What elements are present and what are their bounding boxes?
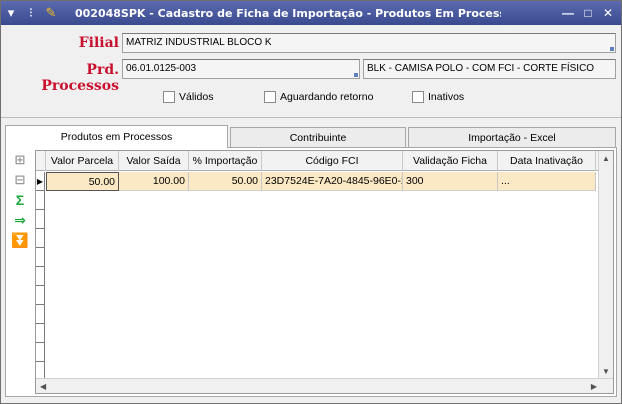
grid-toolbar: ⊞ ⊟ Σ ⇒ ⏬ <box>10 150 32 250</box>
title-bar[interactable]: ▾ ⁝ ✎ 002048SPK - Cadastro de Ficha de I… <box>1 1 621 25</box>
close-button[interactable]: ✕ <box>599 4 617 21</box>
indicator-header <box>36 151 46 171</box>
maximize-button[interactable]: □ <box>579 4 597 21</box>
inativos-label: Inativos <box>428 91 465 103</box>
checkbox-box[interactable] <box>163 91 175 103</box>
column-header[interactable]: Valor Parcela <box>46 151 119 171</box>
scroll-down-icon[interactable]: ▼ <box>602 367 610 376</box>
horizontal-scrollbar[interactable]: ◀ ▶ <box>36 378 613 393</box>
processo-code: 06.01.0125-003 <box>126 63 197 74</box>
add-row-icon[interactable]: ⊞ <box>10 150 30 170</box>
row-indicator <box>36 362 45 379</box>
cell-valor-saida[interactable]: 100.00 <box>119 172 189 191</box>
lookup-corner-icon <box>354 73 358 77</box>
filial-value: MATRIZ INDUSTRIAL BLOCO K <box>126 37 272 48</box>
traffic-light-icon[interactable]: ⁝ <box>21 3 41 23</box>
sum-icon[interactable]: Σ <box>10 190 30 210</box>
validos-checkbox[interactable]: Válidos <box>163 91 213 103</box>
inativos-checkbox[interactable]: Inativos <box>412 91 464 103</box>
checkbox-box[interactable] <box>412 91 424 103</box>
row-indicator <box>36 343 45 362</box>
tab-importacao-excel[interactable]: Importação - Excel <box>408 127 616 147</box>
row-indicator <box>36 191 45 210</box>
aguardando-label: Aguardando retorno <box>280 91 374 103</box>
wrench-icon[interactable]: ✎ <box>41 3 61 23</box>
table-row[interactable]: 50.00 100.00 50.00 23D7524E-7A20-4845-96… <box>46 172 596 191</box>
filter-down-icon[interactable]: ⏬ <box>10 230 30 250</box>
cell-codigo-fci[interactable]: 23D7524E-7A20-4845-96E0-2 <box>262 172 403 191</box>
column-header[interactable]: % Importação <box>189 151 262 171</box>
scroll-up-icon[interactable]: ▲ <box>602 154 610 163</box>
cell-data-inativacao[interactable]: ... <box>498 172 596 191</box>
processo-desc-field: BLK - CAMISA POLO - COM FCI - CORTE FÍSI… <box>363 59 616 79</box>
minimize-button[interactable]: — <box>559 4 577 21</box>
validos-label: Válidos <box>179 91 214 103</box>
processo-desc: BLK - CAMISA POLO - COM FCI - CORTE FÍSI… <box>367 63 595 74</box>
app-menu-icon[interactable]: ▾ <box>1 3 21 23</box>
tab-contribuinte[interactable]: Contribuinte <box>230 127 406 147</box>
row-indicator <box>36 286 45 305</box>
row-indicator <box>36 267 45 286</box>
tab-panel: ⊞ ⊟ Σ ⇒ ⏬ Valor Parcela Valor Saída % Im… <box>5 147 617 397</box>
header-form: Filial MATRIZ INDUSTRIAL BLOCO K Prd. Pr… <box>3 27 619 117</box>
row-indicator <box>36 324 45 343</box>
data-grid[interactable]: Valor Parcela Valor Saída % Importação C… <box>35 150 614 394</box>
checkbox-box[interactable] <box>264 91 276 103</box>
row-indicator <box>36 248 45 267</box>
row-indicator <box>36 229 45 248</box>
cell-valor-parcela[interactable]: 50.00 <box>46 172 119 191</box>
tab-produtos-em-processos[interactable]: Produtos em Processos <box>5 125 228 148</box>
filial-label: Filial <box>78 35 119 51</box>
filial-field[interactable]: MATRIZ INDUSTRIAL BLOCO K <box>122 33 616 53</box>
lookup-corner-icon <box>610 47 614 51</box>
main-window: ▾ ⁝ ✎ 002048SPK - Cadastro de Ficha de I… <box>0 0 622 404</box>
scroll-left-icon[interactable]: ◀ <box>40 382 46 391</box>
export-icon[interactable]: ⇒ <box>10 210 30 230</box>
remove-row-icon[interactable]: ⊟ <box>10 170 30 190</box>
grid-header: Valor Parcela Valor Saída % Importação C… <box>36 151 613 171</box>
cell-validacao-ficha[interactable]: 300 <box>403 172 498 191</box>
column-header[interactable]: Validação Ficha <box>403 151 498 171</box>
tab-bar: Produtos em Processos Contribuinte Impor… <box>5 125 617 148</box>
row-indicator <box>36 210 45 229</box>
divider <box>1 117 621 118</box>
column-header[interactable]: Data Inativação <box>498 151 596 171</box>
cell-importacao[interactable]: 50.00 <box>189 172 262 191</box>
scroll-right-icon[interactable]: ▶ <box>591 382 597 391</box>
aguardando-checkbox[interactable]: Aguardando retorno <box>264 91 373 103</box>
column-header[interactable]: Código FCI <box>262 151 403 171</box>
row-indicator <box>36 305 45 324</box>
window-title: 002048SPK - Cadastro de Ficha de Importa… <box>75 6 501 20</box>
processo-label: Prd. Processos <box>41 62 119 94</box>
row-indicator[interactable]: ▶ <box>36 172 45 191</box>
window-controls: — □ ✕ <box>559 4 617 21</box>
processo-code-field[interactable]: 06.01.0125-003 <box>122 59 360 79</box>
column-header[interactable]: Valor Saída <box>119 151 189 171</box>
vertical-scrollbar[interactable]: ▲ ▼ <box>598 151 613 379</box>
